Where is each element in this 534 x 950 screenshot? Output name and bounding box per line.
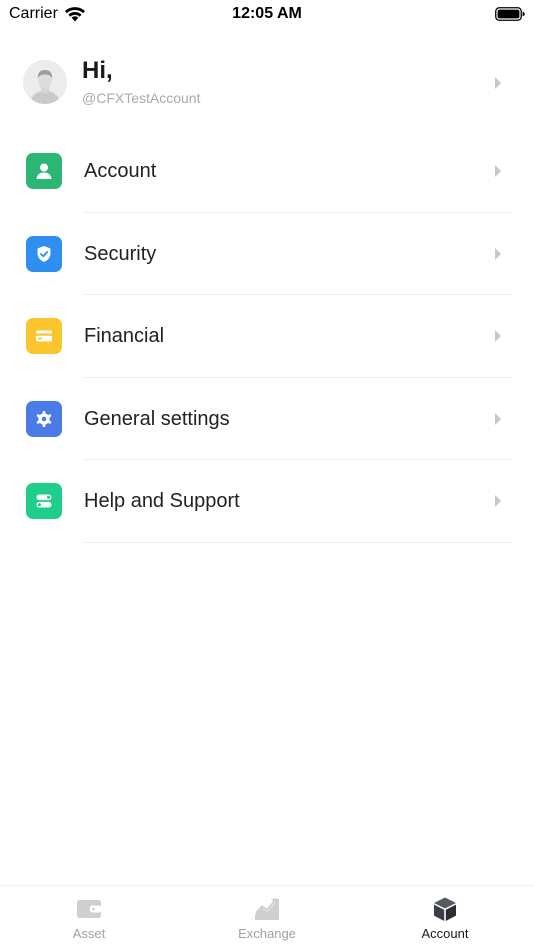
tab-label: Account <box>421 926 469 941</box>
tab-label: Exchange <box>238 926 296 941</box>
account-handle: @CFXTestAccount <box>82 90 201 106</box>
chevron-right-icon <box>495 495 501 507</box>
greeting-text: Hi, <box>82 57 113 84</box>
tab-account[interactable]: Account <box>356 886 534 950</box>
divider <box>84 541 512 543</box>
user-avatar-icon <box>23 60 67 104</box>
clock: 12:05 AM <box>232 5 302 22</box>
wallet-icon <box>77 900 101 918</box>
chart-icon <box>255 898 279 920</box>
profile-header[interactable]: Hi, @CFXTestAccount <box>0 52 534 116</box>
chevron-right-icon <box>495 77 501 89</box>
menu-item-account[interactable]: Account <box>0 130 534 213</box>
menu-item-label: Help and Support <box>84 490 240 512</box>
card-icon <box>26 318 62 354</box>
chevron-right-icon <box>495 330 501 342</box>
tab-exchange[interactable]: Exchange <box>178 886 356 950</box>
avatar <box>23 60 67 104</box>
chevron-right-icon <box>495 412 501 425</box>
menu-item-label: Financial <box>84 325 165 347</box>
menu-item-label: General settings <box>84 407 230 430</box>
toggle-icon <box>26 483 62 519</box>
menu-item-label: Account <box>84 160 157 182</box>
chevron-right-icon <box>495 165 501 177</box>
tab-label: Asset <box>72 926 106 941</box>
gear-icon <box>26 400 62 437</box>
chevron-right-icon <box>495 247 501 260</box>
menu-item-security[interactable]: Security <box>0 213 534 295</box>
battery-icon <box>495 7 525 21</box>
person-icon <box>26 153 62 189</box>
settings-menu: Account Security Financial General setti… <box>0 130 534 543</box>
shield-icon <box>26 235 62 272</box>
tab-asset[interactable]: Asset <box>0 886 178 950</box>
status-bar: Carrier 12:05 AM <box>0 0 534 30</box>
menu-item-help-and-support[interactable]: Help and Support <box>0 460 534 543</box>
cube-icon <box>434 897 456 921</box>
menu-item-general-settings[interactable]: General settings <box>0 378 534 460</box>
tab-bar: Asset Exchange Account <box>0 885 534 950</box>
menu-item-financial[interactable]: Financial <box>0 295 534 378</box>
menu-item-label: Security <box>84 242 157 265</box>
